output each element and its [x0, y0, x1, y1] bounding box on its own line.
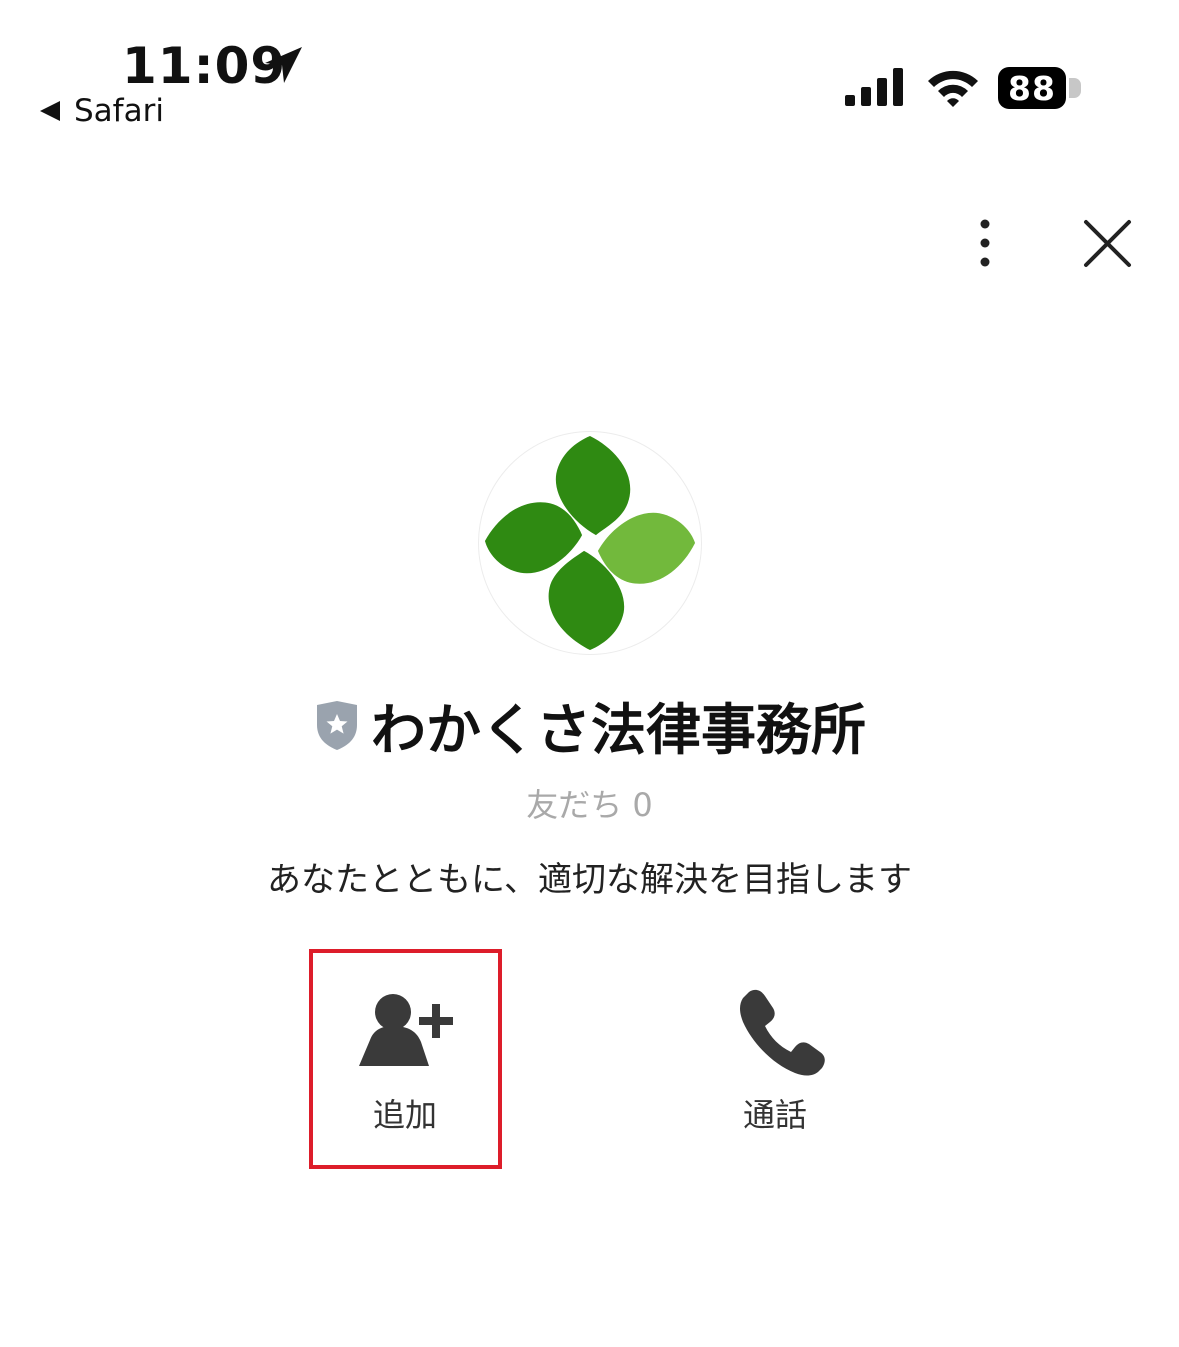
add-friend-button[interactable]: 追加: [320, 980, 490, 1140]
status-message: あなたとともに、適切な解決を目指します: [267, 860, 912, 900]
profile-name-row: わかくさ法律事務所: [0, 690, 1179, 762]
phone-icon: [740, 989, 825, 1076]
wifi-icon: [928, 70, 978, 107]
cellular-signal-icon: [845, 68, 903, 106]
call-button[interactable]: 通話: [690, 980, 860, 1140]
call-label: 通話: [742, 1096, 807, 1134]
add-label: 追加: [372, 1096, 437, 1134]
battery-tip: [1069, 78, 1081, 98]
friends-count: 友だち 0: [526, 786, 653, 824]
more-options-button[interactable]: [960, 210, 1010, 280]
location-arrow-icon: [265, 47, 302, 83]
add-friend-icon: [359, 994, 453, 1066]
back-to-safari[interactable]: Safari: [38, 92, 164, 130]
back-triangle-icon: [40, 101, 60, 121]
verified-shield-icon: [316, 701, 357, 750]
close-button[interactable]: [1076, 212, 1138, 274]
account-name: わかくさ法律事務所: [370, 698, 866, 762]
profile-avatar: [478, 431, 702, 655]
battery-indicator: 88: [998, 67, 1066, 109]
clover-logo-icon: [484, 435, 696, 651]
back-app-label: Safari: [74, 93, 164, 129]
